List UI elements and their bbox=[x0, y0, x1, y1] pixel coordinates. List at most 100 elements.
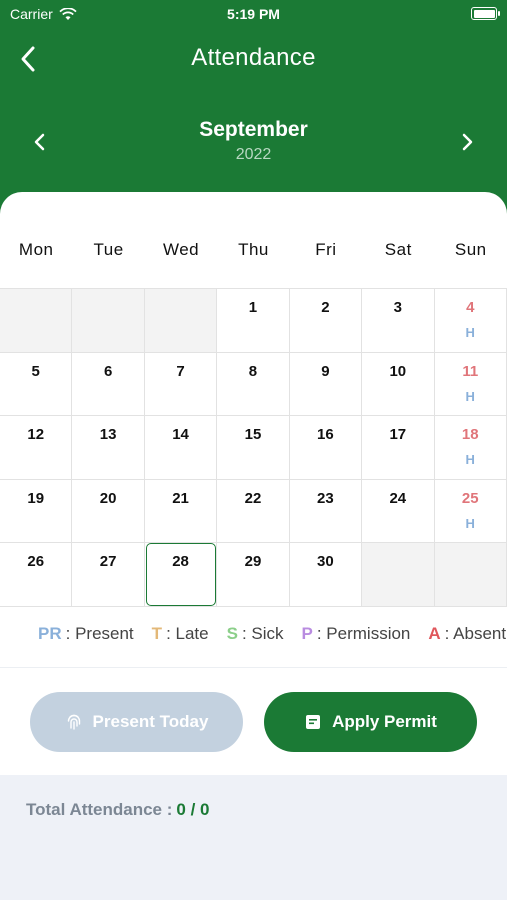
weekday-label: Sat bbox=[384, 240, 412, 259]
calendar-day[interactable]: 26 bbox=[0, 543, 73, 607]
status-legend: PR: Present T: Late S: Sick P: Permission A:… bbox=[38, 624, 506, 644]
calendar-day[interactable]: 30 bbox=[289, 543, 363, 607]
calendar-day[interactable]: 3 bbox=[362, 289, 435, 353]
next-month-icon[interactable] bbox=[457, 130, 477, 154]
day-number: 4 bbox=[466, 299, 475, 316]
total-attendance: Total Attendance :0 / 0 bbox=[26, 800, 210, 820]
day-number: 20 bbox=[99, 489, 117, 507]
day-number: 2 bbox=[321, 299, 330, 316]
calendar-day[interactable]: 1 bbox=[217, 289, 290, 353]
present-today-button[interactable]: Present Today bbox=[30, 692, 243, 752]
calendar-day[interactable]: 9 bbox=[289, 352, 363, 417]
day-number: 18 bbox=[461, 426, 479, 444]
calendar-grid: 1 2 3 4 H 5 6 7 8 9 10 11 H 12 13 14 15 16 17 18 H 19 20 21 22 23… bbox=[0, 288, 507, 607]
legend-item: S: Sick bbox=[227, 624, 284, 644]
weekday-label: Fri bbox=[315, 240, 337, 259]
calendar-day[interactable]: 24 bbox=[362, 479, 435, 544]
calendar-day[interactable]: 13 bbox=[72, 416, 145, 480]
day-number: 3 bbox=[393, 299, 402, 316]
legend-label: : Absent bbox=[444, 624, 507, 643]
day-number: 19 bbox=[27, 489, 45, 507]
year-label: 2022 bbox=[235, 146, 272, 163]
calendar-day[interactable]: 20 bbox=[72, 479, 145, 544]
calendar-day[interactable]: 25 H bbox=[434, 479, 507, 544]
calendar-day[interactable]: 10 bbox=[362, 352, 435, 417]
apply-permit-button[interactable]: Apply Permit bbox=[264, 692, 477, 752]
battery-icon bbox=[471, 7, 500, 20]
day-number: 13 bbox=[99, 426, 117, 444]
day-number: 1 bbox=[248, 299, 258, 316]
weekday-label: Mon bbox=[18, 240, 54, 259]
legend-label: : Present bbox=[65, 624, 134, 643]
calendar-day[interactable]: 8 bbox=[217, 352, 290, 417]
day-number: 8 bbox=[248, 362, 258, 380]
day-number: 28 bbox=[172, 553, 189, 571]
month-label: September bbox=[199, 118, 308, 141]
legend-item: A: Absent bbox=[428, 624, 506, 644]
calendar-day[interactable]: 21 bbox=[144, 479, 218, 544]
day-number: 11 bbox=[462, 362, 479, 380]
weekday-label: Tue bbox=[93, 240, 124, 259]
day-number: 10 bbox=[389, 362, 407, 380]
weekday-header: Mon Tue Wed Thu Fri Sat Sun bbox=[0, 240, 507, 260]
day-number: 7 bbox=[176, 362, 185, 380]
legend-label: : Sick bbox=[241, 624, 284, 643]
day-number: 27 bbox=[99, 553, 117, 571]
calendar-day[interactable]: 29 bbox=[217, 543, 290, 607]
apply-permit-label: Apply Permit bbox=[332, 712, 437, 731]
holiday-tag: H bbox=[465, 452, 475, 468]
calendar-day[interactable]: 2 bbox=[289, 289, 363, 353]
day-number: 14 bbox=[172, 426, 189, 444]
total-attendance-label: Total Attendance : bbox=[26, 800, 173, 819]
calendar-day[interactable]: 23 bbox=[289, 479, 363, 544]
day-number: 25 bbox=[461, 489, 479, 507]
legend-code: A bbox=[428, 624, 441, 643]
legend-label: : Late bbox=[166, 624, 209, 643]
calendar-day[interactable]: 18 H bbox=[434, 416, 507, 480]
day-number: 9 bbox=[321, 362, 330, 380]
calendar-day[interactable]: 16 bbox=[289, 416, 363, 480]
legend-item: PR: Present bbox=[38, 624, 134, 644]
calendar-day[interactable]: 5 bbox=[0, 352, 73, 417]
calendar-day[interactable]: 27 bbox=[72, 543, 145, 607]
calendar-day[interactable]: 28 bbox=[144, 543, 218, 607]
day-number: 21 bbox=[172, 489, 189, 507]
legend-label: : Permission bbox=[316, 624, 411, 643]
day-number: 23 bbox=[317, 489, 334, 507]
legend-code: P bbox=[301, 624, 313, 643]
weekday-label: Wed bbox=[162, 240, 200, 259]
weekday-label: Thu bbox=[238, 240, 269, 259]
legend-item: T: Late bbox=[152, 624, 209, 644]
holiday-tag: H bbox=[465, 388, 475, 404]
calendar-empty-cell bbox=[72, 289, 145, 353]
holiday-tag: H bbox=[465, 325, 475, 340]
calendar-day[interactable]: 4H bbox=[434, 289, 507, 353]
holiday-tag: H bbox=[465, 515, 475, 531]
day-number: 6 bbox=[103, 362, 113, 380]
calendar-empty-cell bbox=[0, 289, 73, 353]
calendar-day[interactable]: 17 bbox=[362, 416, 435, 480]
calendar-empty-cell bbox=[144, 289, 218, 353]
calendar-day[interactable]: 19 bbox=[0, 479, 73, 544]
legend-code: T bbox=[151, 624, 163, 643]
action-bar: Present Today Apply Permit bbox=[0, 667, 507, 775]
calendar-day[interactable]: 14 bbox=[144, 416, 218, 480]
day-number: 16 bbox=[317, 426, 334, 444]
calendar-day[interactable]: 7 bbox=[144, 352, 218, 417]
day-number: 5 bbox=[31, 362, 40, 380]
fingerprint-icon bbox=[67, 714, 80, 730]
status-bar: Carrier 5:19 PM bbox=[0, 0, 507, 30]
clock: 5:19 PM bbox=[227, 6, 280, 22]
legend-item: P: Permission bbox=[302, 624, 411, 644]
calendar-day[interactable]: 22 bbox=[217, 479, 290, 544]
calendar-day[interactable]: 12 bbox=[0, 416, 73, 480]
day-number: 30 bbox=[317, 553, 334, 571]
day-number: 15 bbox=[244, 426, 262, 444]
calendar-day[interactable]: 6 bbox=[72, 352, 145, 417]
day-number: 29 bbox=[244, 553, 262, 571]
day-number: 22 bbox=[244, 489, 262, 507]
legend-code: PR bbox=[38, 624, 62, 643]
calendar-day[interactable]: 15 bbox=[217, 416, 290, 480]
calendar-day[interactable]: 11 H bbox=[434, 352, 507, 417]
page-title: Attendance bbox=[191, 44, 316, 71]
